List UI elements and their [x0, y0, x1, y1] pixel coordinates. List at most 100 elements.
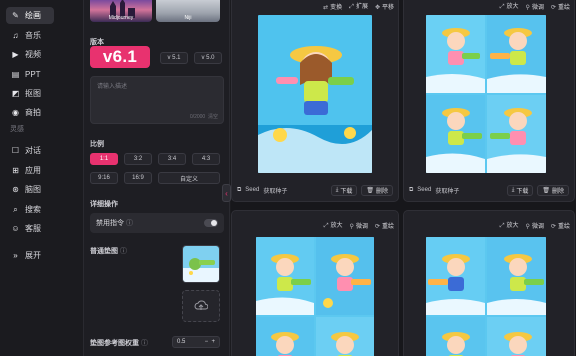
nav-item-apps[interactable]: ⊞ 应用	[6, 162, 54, 179]
nav-item-cutout[interactable]: ◩ 抠图	[6, 85, 54, 102]
ratio-3-2-button[interactable]: 3:2	[124, 153, 152, 165]
action-label: 放大	[506, 223, 519, 229]
ratio-16-9-button[interactable]: 16:9	[124, 172, 152, 184]
nav-item-video[interactable]: ▶ 视频	[6, 46, 54, 63]
left-nav: ✎ 绘画 ♫ 音乐 ▶ 视频 ▤ PPT ◩ 抠图 ◉ 商拍 灵感 ☐ 对话 ⊞…	[0, 0, 84, 356]
info-icon: ⓘ	[119, 248, 127, 255]
nav-item-label: 抠图	[25, 89, 41, 98]
prompt-clear[interactable]: 清空	[208, 114, 218, 120]
reference-image-art	[183, 246, 219, 282]
seed-info[interactable]: ⧉ Seed 获取种子	[409, 186, 459, 195]
pan-button[interactable]: ✥ 平移	[375, 2, 394, 11]
nav-expand-label: 展开	[25, 251, 41, 260]
version-v51-button[interactable]: v 5.1	[160, 52, 188, 64]
model-niji[interactable]: Niji	[156, 0, 220, 22]
ppt-icon: ▤	[11, 69, 20, 79]
ratio-4-3-button[interactable]: 4:3	[192, 153, 220, 165]
download-icon: ⤓	[335, 186, 339, 193]
minus-icon[interactable]: −	[205, 339, 209, 345]
action-label: 放大	[330, 223, 343, 229]
nav-item-label: 客服	[25, 224, 41, 233]
music-icon: ♫	[12, 30, 19, 40]
tweak-icon: ⚲	[525, 223, 530, 230]
result-card: ⤢ 放大 ⚲ 微调 ⟳ 重绘 ⧉ Seed 获取种子 ⤓ 下载 🗑 删除	[403, 0, 575, 202]
delete-button[interactable]: 🗑 删除	[361, 184, 393, 196]
apps-icon: ⊞	[12, 165, 19, 175]
redraw-icon: ⟳	[550, 4, 556, 11]
transform-button[interactable]: ⇄ 变换	[323, 2, 342, 11]
nav-item-chat[interactable]: ☐ 对话	[6, 142, 54, 159]
nav-item-support[interactable]: ☺ 客服	[6, 220, 54, 237]
camera-icon: ◉	[12, 107, 19, 117]
nav-item-ppt[interactable]: ▤ PPT	[6, 66, 54, 83]
weight-stepper[interactable]: 0.5 − +	[172, 336, 220, 348]
reference-image[interactable]	[182, 245, 220, 283]
tweak-icon: ⚲	[525, 4, 530, 11]
action-label: 放大	[506, 4, 519, 10]
redraw-icon: ⟳	[550, 223, 556, 230]
download-button[interactable]: ⤓ 下载	[506, 184, 534, 196]
model-caption: Midjourney	[108, 15, 134, 21]
prompt-counter: 0/2000 清空	[190, 113, 218, 120]
upscale-button[interactable]: ⤢ 放大	[500, 220, 519, 230]
nav-item-label: PPT	[25, 70, 41, 79]
card-toolbar: ⇄ 变换 ⤢ 扩展 ✥ 平移	[323, 1, 394, 11]
generated-image-grid[interactable]	[426, 237, 546, 356]
download-label: 下载	[340, 188, 353, 195]
trash-icon: 🗑	[366, 187, 374, 194]
action-label: 扩展	[355, 4, 368, 10]
version-v50-button[interactable]: v 5.0	[194, 52, 222, 64]
ratio-9-16-button[interactable]: 9:16	[90, 172, 118, 184]
ratio-3-4-button[interactable]: 3:4	[158, 153, 186, 165]
seed-info[interactable]: ⧉ Seed 获取种子	[237, 186, 287, 195]
tweak-button[interactable]: ⚲ 微调	[350, 221, 368, 230]
generated-image-grid[interactable]	[256, 237, 374, 356]
tweak-button[interactable]: ⚲ 微调	[526, 2, 544, 11]
cloud-upload-icon	[194, 300, 208, 310]
support-icon: ☺	[11, 223, 20, 233]
nav-item-label: 搜索	[25, 205, 41, 214]
search-icon: ⌕	[13, 204, 18, 214]
model-caption: Niji	[184, 15, 192, 21]
copy-icon: ⧉	[409, 186, 414, 193]
ratio-custom-button[interactable]: 自定义	[158, 172, 220, 184]
redraw-button[interactable]: ⟳ 重绘	[551, 2, 570, 11]
upload-area[interactable]	[182, 290, 220, 322]
version-v61-button[interactable]: v6.1	[90, 46, 150, 68]
nav-item-product-shoot[interactable]: ◉ 商拍	[6, 104, 54, 121]
generated-image[interactable]	[258, 15, 372, 173]
action-label: 重绘	[557, 4, 570, 11]
seed-label: Seed	[245, 187, 260, 193]
nav-item-label: 脑图	[25, 185, 41, 194]
nav-item-search[interactable]: ⌕ 搜索	[6, 201, 54, 218]
upscale-button[interactable]: ⤢ 放大	[500, 1, 519, 11]
generated-image-grid[interactable]	[426, 15, 546, 173]
seed-value: 获取种子	[435, 188, 460, 195]
card-toolbar: ⤢ 放大 ⚲ 微调 ⟳ 重绘	[500, 220, 570, 230]
expand-button[interactable]: ⤢ 扩展	[349, 1, 368, 11]
nav-item-paint[interactable]: ✎ 绘画	[6, 7, 54, 24]
action-label: 变换	[330, 4, 343, 11]
delete-button[interactable]: 🗑 删除	[537, 184, 569, 196]
plus-icon[interactable]: +	[211, 339, 215, 345]
ref-image-label: 普通垫图 ⓘ	[90, 246, 127, 256]
nav-item-mindmap[interactable]: ⊛ 脑图	[6, 181, 54, 198]
download-icon: ⤓	[511, 186, 515, 193]
ratio-1-1-button[interactable]: 1:1	[90, 153, 118, 165]
tweak-button[interactable]: ⚲ 微调	[526, 221, 544, 230]
action-label: 重绘	[557, 223, 570, 230]
upscale-icon: ⤢	[323, 223, 329, 229]
redraw-button[interactable]: ⟳ 重绘	[375, 221, 394, 230]
collapse-panel-button[interactable]: ‹	[222, 184, 231, 202]
nav-expand-button[interactable]: » 展开	[6, 247, 54, 264]
upscale-button[interactable]: ⤢ 放大	[324, 220, 343, 230]
redraw-button[interactable]: ⟳ 重绘	[551, 221, 570, 230]
redraw-icon: ⟳	[374, 223, 380, 230]
result-card: ⤢ 放大 ⚲ 微调 ⟳ 重绘	[231, 210, 399, 356]
disable-command-toggle[interactable]	[204, 219, 218, 227]
video-icon: ▶	[12, 49, 19, 59]
tweak-icon: ⚲	[349, 223, 354, 230]
model-midjourney[interactable]: Midjourney	[90, 0, 152, 22]
nav-item-music[interactable]: ♫ 音乐	[6, 27, 54, 44]
download-button[interactable]: ⤓ 下载	[330, 184, 358, 196]
